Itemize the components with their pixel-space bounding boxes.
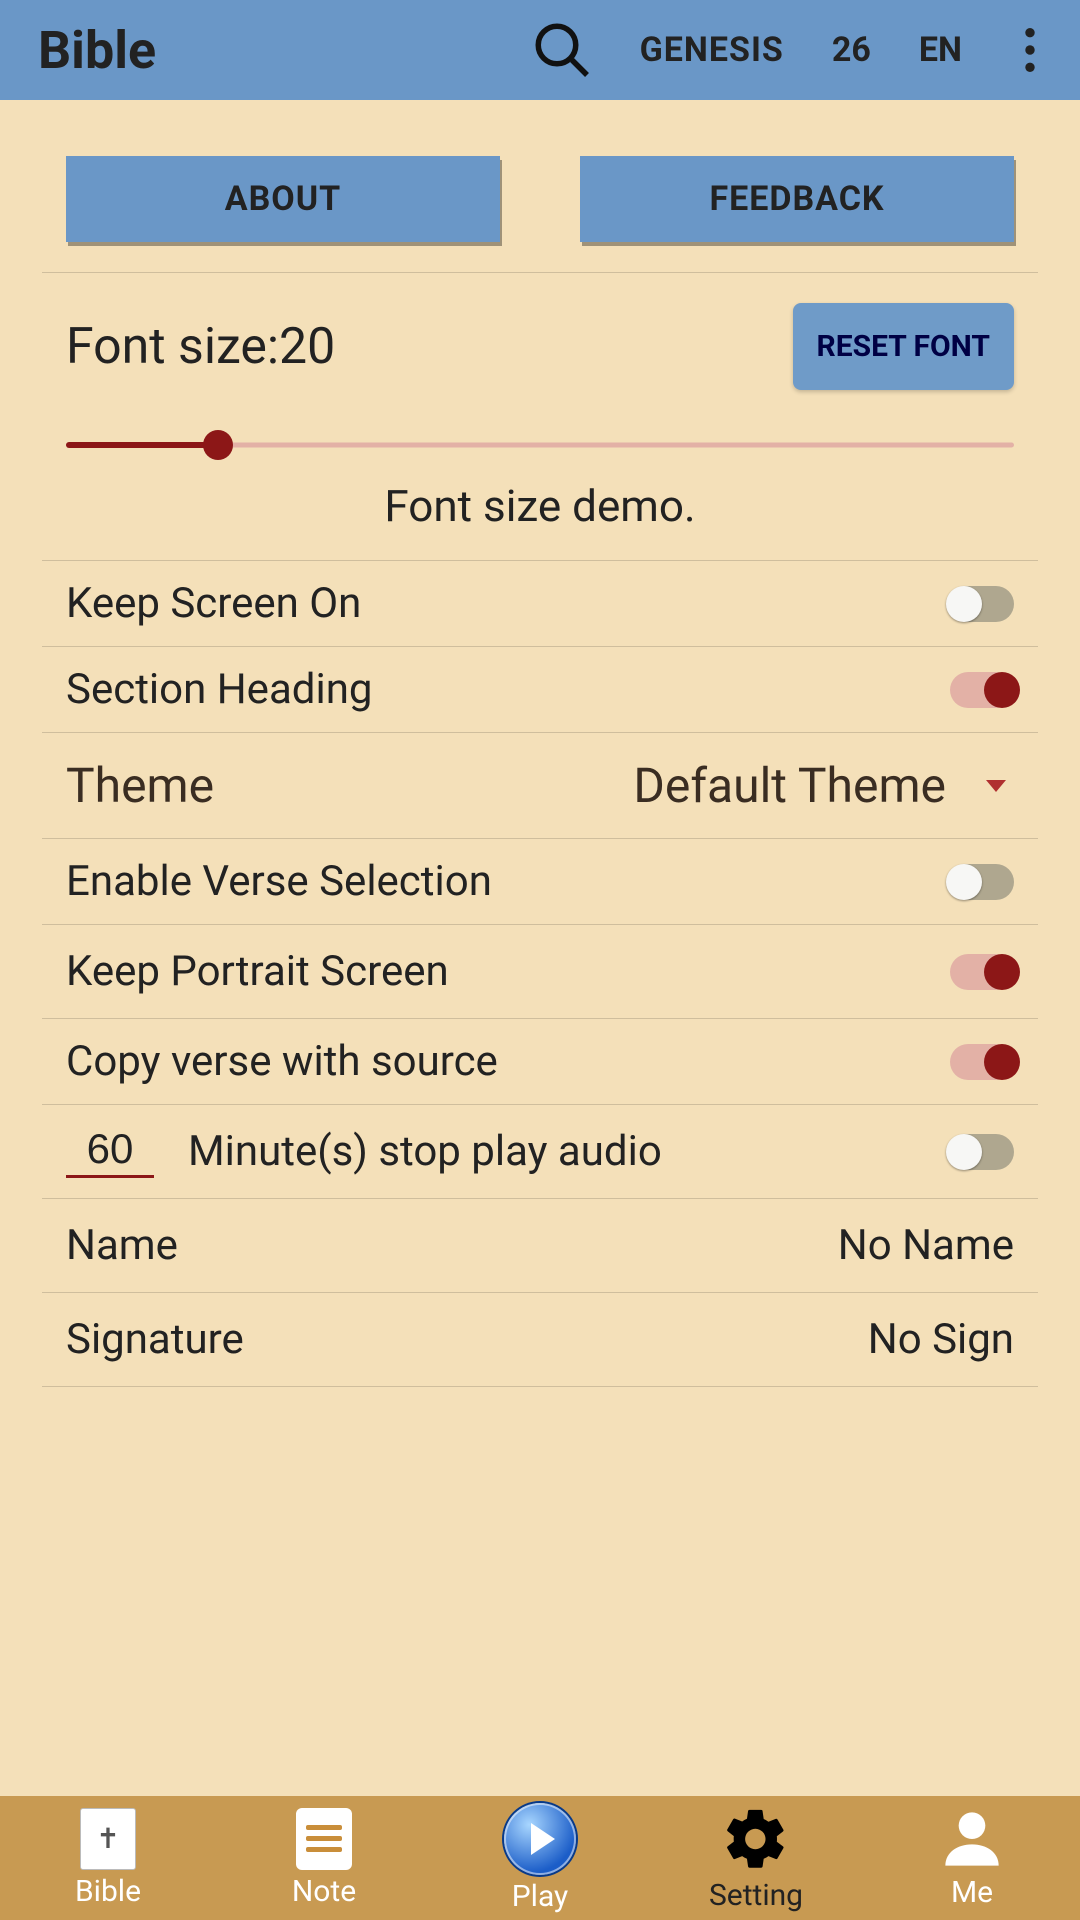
nav-note[interactable]: Note bbox=[216, 1796, 432, 1920]
nav-bible-label: Bible bbox=[75, 1874, 141, 1909]
signature-row[interactable]: Signature No Sign bbox=[42, 1293, 1038, 1387]
name-row[interactable]: Name No Name bbox=[42, 1199, 1038, 1293]
nav-note-label: Note bbox=[292, 1874, 356, 1909]
keep-screen-on-label: Keep Screen On bbox=[66, 579, 361, 628]
nav-setting-label: Setting bbox=[709, 1878, 803, 1913]
theme-row: Theme Default Theme bbox=[42, 733, 1038, 839]
about-button[interactable]: ABOUT bbox=[66, 156, 500, 242]
font-section: Font size:20 RESET FONT Font size demo. bbox=[42, 273, 1038, 561]
nav-bible[interactable]: ✝ Bible bbox=[0, 1796, 216, 1920]
signature-label: Signature bbox=[66, 1315, 244, 1364]
feedback-button[interactable]: FEEDBACK bbox=[580, 156, 1014, 242]
nav-play[interactable]: Play bbox=[432, 1796, 648, 1920]
stop-audio-row: Minute(s) stop play audio bbox=[42, 1105, 1038, 1199]
theme-select[interactable]: Default Theme bbox=[633, 757, 1014, 814]
bottom-nav: ✝ Bible Note Play Setting Me bbox=[0, 1796, 1080, 1920]
keep-portrait-label: Keep Portrait Screen bbox=[66, 947, 449, 996]
section-heading-row: Section Heading bbox=[42, 647, 1038, 733]
minutes-label: Minute(s) stop play audio bbox=[188, 1127, 662, 1176]
keep-portrait-row: Keep Portrait Screen bbox=[42, 925, 1038, 1019]
nav-play-label: Play bbox=[512, 1879, 569, 1914]
font-demo-text: Font size demo. bbox=[66, 480, 1014, 532]
theme-value: Default Theme bbox=[633, 757, 946, 814]
stop-audio-toggle[interactable] bbox=[950, 1134, 1014, 1170]
more-menu-icon[interactable] bbox=[1010, 28, 1050, 72]
play-icon bbox=[504, 1803, 576, 1875]
person-icon bbox=[940, 1807, 1004, 1871]
chevron-down-icon bbox=[986, 780, 1006, 792]
signature-value: No Sign bbox=[868, 1315, 1014, 1364]
keep-screen-on-toggle[interactable] bbox=[950, 586, 1014, 622]
name-value: No Name bbox=[838, 1221, 1014, 1270]
copy-verse-source-label: Copy verse with source bbox=[66, 1037, 498, 1086]
book-selector[interactable]: GENESIS bbox=[640, 30, 784, 70]
search-icon[interactable] bbox=[532, 20, 592, 80]
reset-font-button[interactable]: RESET FONT bbox=[793, 303, 1014, 390]
settings-main: ABOUT FEEDBACK Font size:20 RESET FONT F… bbox=[0, 100, 1080, 1796]
bible-icon: ✝ bbox=[80, 1808, 136, 1870]
chapter-selector[interactable]: 26 bbox=[832, 30, 871, 70]
nav-me-label: Me bbox=[951, 1875, 993, 1910]
minutes-input[interactable] bbox=[66, 1125, 154, 1178]
copy-verse-source-toggle[interactable] bbox=[950, 1044, 1014, 1080]
keep-screen-on-row: Keep Screen On bbox=[42, 561, 1038, 647]
enable-verse-selection-label: Enable Verse Selection bbox=[66, 857, 492, 906]
enable-verse-selection-row: Enable Verse Selection bbox=[42, 839, 1038, 925]
app-title: Bible bbox=[38, 20, 156, 81]
about-feedback-row: ABOUT FEEDBACK bbox=[42, 100, 1038, 273]
theme-label: Theme bbox=[66, 757, 214, 814]
gear-icon bbox=[721, 1804, 791, 1874]
copy-verse-source-row: Copy verse with source bbox=[42, 1019, 1038, 1105]
enable-verse-selection-toggle[interactable] bbox=[950, 864, 1014, 900]
nav-me[interactable]: Me bbox=[864, 1796, 1080, 1920]
section-heading-toggle[interactable] bbox=[950, 672, 1014, 708]
keep-portrait-toggle[interactable] bbox=[950, 954, 1014, 990]
language-selector[interactable]: EN bbox=[919, 30, 962, 70]
section-heading-label: Section Heading bbox=[66, 665, 372, 714]
nav-setting[interactable]: Setting bbox=[648, 1796, 864, 1920]
font-size-slider[interactable] bbox=[66, 430, 1014, 460]
top-bar: Bible GENESIS 26 EN bbox=[0, 0, 1080, 100]
font-size-label: Font size:20 bbox=[66, 318, 335, 376]
name-label: Name bbox=[66, 1221, 178, 1270]
note-icon bbox=[296, 1808, 352, 1870]
